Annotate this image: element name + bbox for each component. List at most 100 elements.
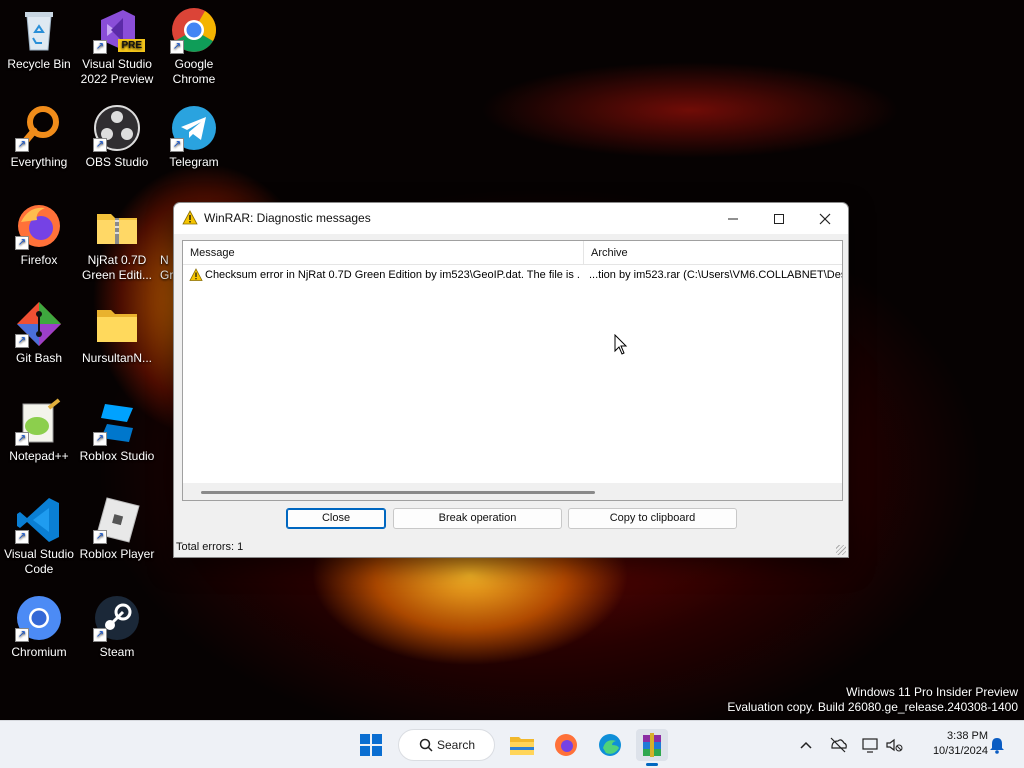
- windows-evaluation-watermark: Windows 11 Pro Insider Preview Evaluatio…: [727, 685, 1018, 715]
- warning-icon: [189, 268, 203, 285]
- start-button[interactable]: [355, 729, 387, 761]
- folder-icon: [155, 202, 175, 250]
- shortcut-arrow-icon: ↗: [15, 138, 29, 152]
- git-bash-icon: ↗: [15, 300, 63, 348]
- desktop-icon-chromium[interactable]: ↗ Chromium: [0, 594, 78, 660]
- obs-icon: ↗: [93, 104, 141, 152]
- network-tray-button[interactable]: [828, 735, 848, 755]
- close-window-button[interactable]: [802, 203, 848, 234]
- shortcut-arrow-icon: ↗: [15, 432, 29, 446]
- minimize-button[interactable]: [710, 203, 756, 234]
- bell-icon: [990, 738, 1004, 754]
- shortcut-arrow-icon: ↗: [93, 530, 107, 544]
- desktop-icon-vscode[interactable]: ↗ Visual Studio Code: [0, 496, 78, 577]
- everything-search-icon: ↗: [15, 104, 63, 152]
- desktop-icon-label: Notepad++: [9, 449, 69, 463]
- desktop-icon-label: OBS Studio: [85, 155, 149, 169]
- desktop-icon-label: Telegram: [169, 155, 219, 169]
- desktop-icon-nursultan-folder[interactable]: NursultanN...: [78, 300, 156, 366]
- scrollbar-thumb[interactable]: [201, 491, 595, 494]
- network-offline-icon: [830, 737, 847, 753]
- taskbar-search[interactable]: Search: [398, 729, 495, 761]
- desktop-icon-everything[interactable]: ↗ Everything: [0, 104, 78, 170]
- desktop-icon-label: Everything: [10, 155, 68, 169]
- desktop-icon-obs-studio[interactable]: ↗ OBS Studio: [78, 104, 156, 170]
- close-button[interactable]: Close: [286, 508, 386, 529]
- desktop-icon-label: NjRat 0.7D Green Editi...: [81, 253, 153, 282]
- search-icon: [419, 738, 433, 752]
- pre-badge: PRE: [118, 39, 145, 52]
- shortcut-arrow-icon: ↗: [170, 40, 184, 54]
- desktop-icon-steam[interactable]: ↗ Steam: [78, 594, 156, 660]
- column-header-archive[interactable]: Archive: [584, 241, 842, 265]
- horizontal-scrollbar[interactable]: [183, 483, 842, 500]
- desktop-icon-notepadpp[interactable]: ↗ Notepad++: [0, 398, 78, 464]
- show-hidden-icons-button[interactable]: [796, 735, 816, 755]
- dialog-titlebar[interactable]: WinRAR: Diagnostic messages: [174, 203, 848, 234]
- watermark-line-2: Evaluation copy. Build 26080.ge_release.…: [727, 700, 1018, 714]
- file-explorer-icon: [510, 737, 534, 755]
- visual-studio-icon: PRE ↗: [93, 6, 145, 54]
- desktop-icon-google-chrome[interactable]: ↗ Google Chrome: [155, 6, 233, 87]
- message-text: Checksum error in NjRat 0.7D Green Editi…: [205, 269, 581, 281]
- column-header-message[interactable]: Message: [183, 241, 583, 265]
- desktop-icon-label: Roblox Studio: [79, 449, 155, 463]
- copy-to-clipboard-button[interactable]: Copy to clipboard: [568, 508, 737, 529]
- shortcut-arrow-icon: ↗: [170, 138, 184, 152]
- chromium-icon: ↗: [15, 594, 63, 642]
- desktop-icon-firefox[interactable]: ↗ Firefox: [0, 202, 78, 268]
- file-explorer-taskbar-button[interactable]: [506, 729, 538, 761]
- edge-taskbar-button[interactable]: [594, 729, 626, 761]
- desktop-icon-label: N Gr: [160, 253, 174, 282]
- winrar-icon: [643, 733, 661, 757]
- desktop-icon-label: Google Chrome: [172, 57, 216, 86]
- shortcut-arrow-icon: ↗: [93, 138, 107, 152]
- dialog-title: WinRAR: Diagnostic messages: [204, 211, 371, 225]
- firefox-icon: [555, 734, 577, 756]
- clock-time: 3:38 PM: [947, 730, 988, 742]
- firefox-taskbar-button[interactable]: [550, 729, 582, 761]
- chrome-icon: ↗: [170, 6, 218, 54]
- status-total-errors: Total errors: 1: [176, 541, 244, 553]
- firefox-icon: ↗: [15, 202, 63, 250]
- display-tray-button[interactable]: [860, 735, 880, 755]
- edge-icon: [599, 734, 621, 756]
- messages-list[interactable]: Message Archive Checksum error in NjRat …: [182, 240, 843, 501]
- shortcut-arrow-icon: ↗: [93, 40, 107, 54]
- shortcut-arrow-icon: ↗: [15, 628, 29, 642]
- search-label: Search: [437, 738, 476, 752]
- desktop-icon-partial-hidden[interactable]: N Gr: [155, 202, 175, 283]
- message-row[interactable]: Checksum error in NjRat 0.7D Green Editi…: [183, 266, 842, 284]
- archive-text: ...tion by im523.rar (C:\Users\VM6.COLLA…: [589, 269, 843, 281]
- desktop-icon-visual-studio[interactable]: PRE ↗ Visual Studio 2022 Preview: [78, 6, 156, 87]
- desktop-icon-roblox-player[interactable]: ↗ Roblox Player: [78, 496, 156, 562]
- notifications-button[interactable]: [987, 735, 1007, 755]
- folder-icon: [93, 300, 141, 348]
- desktop-icon-label: Roblox Player: [79, 547, 155, 561]
- desktop-icon-njrat-folder[interactable]: NjRat 0.7D Green Editi...: [78, 202, 156, 283]
- shortcut-arrow-icon: ↗: [15, 236, 29, 250]
- break-operation-button[interactable]: Break operation: [393, 508, 562, 529]
- volume-tray-button[interactable]: [884, 735, 904, 755]
- resize-grip-icon[interactable]: [836, 545, 846, 555]
- speaker-muted-icon: [886, 738, 903, 752]
- desktop-icon-recycle-bin[interactable]: Recycle Bin: [0, 6, 78, 72]
- desktop-icon-label: NursultanN...: [81, 351, 153, 365]
- zip-folder-icon: [93, 202, 141, 250]
- desktop-icon-telegram[interactable]: ↗ Telegram: [155, 104, 233, 170]
- mouse-cursor-icon: [614, 333, 628, 359]
- monitor-icon: [862, 738, 878, 753]
- shortcut-arrow-icon: ↗: [15, 334, 29, 348]
- winrar-taskbar-button[interactable]: [636, 729, 668, 766]
- desktop-icon-label: Recycle Bin: [7, 57, 71, 71]
- active-app-indicator: [646, 763, 658, 766]
- maximize-button[interactable]: [756, 203, 802, 234]
- winrar-diagnostic-dialog: WinRAR: Diagnostic messages Message Arch…: [173, 202, 849, 558]
- taskbar-clock[interactable]: 3:38 PM 10/31/2024: [933, 729, 988, 759]
- desktop-icon-git-bash[interactable]: ↗ Git Bash: [0, 300, 78, 366]
- list-header: Message Archive: [183, 241, 842, 265]
- watermark-line-1: Windows 11 Pro Insider Preview: [846, 685, 1018, 699]
- steam-icon: ↗: [93, 594, 141, 642]
- desktop-icon-roblox-studio[interactable]: ↗ Roblox Studio: [78, 398, 156, 464]
- desktop-icon-label: Chromium: [11, 645, 67, 659]
